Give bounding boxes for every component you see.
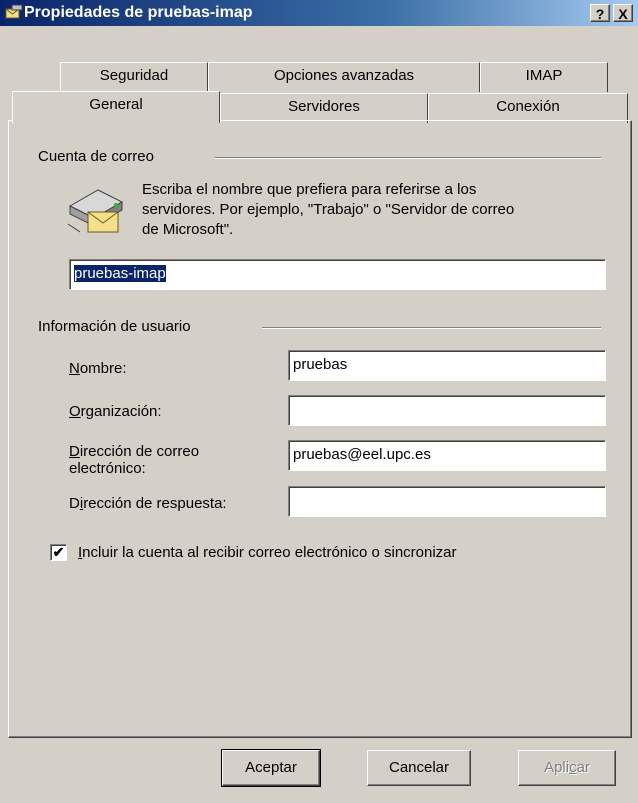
account-description: Escriba el nombre que prefiera para refe… (142, 180, 612, 240)
organization-label: Organización: (69, 403, 162, 420)
name-input[interactable]: pruebas (288, 350, 606, 381)
account-name-value: pruebas-imap (74, 265, 166, 282)
properties-dialog: Propiedades de pruebas-imap ? X Segurida… (0, 0, 638, 803)
group-label-user: Información de usuario (38, 318, 197, 335)
cancel-button[interactable]: Cancelar (367, 750, 471, 786)
email-input[interactable]: pruebas@eel.upc.es (288, 440, 606, 471)
apply-button[interactable]: Aplicar (518, 750, 616, 786)
tab-imap[interactable]: IMAP (480, 62, 608, 92)
group-divider-user (262, 327, 601, 329)
reply-address-input[interactable] (288, 486, 606, 517)
group-label-account: Cuenta de correo (38, 148, 160, 165)
tab-seguridad[interactable]: Seguridad (60, 62, 208, 92)
email-label: Dirección de correo electrónico: (69, 443, 200, 477)
tab-opciones-avanzadas[interactable]: Opciones avanzadas (208, 62, 480, 92)
tab-conexion[interactable]: Conexión (428, 93, 628, 123)
ok-button[interactable]: Aceptar (221, 749, 321, 787)
close-button[interactable]: X (613, 4, 633, 22)
mail-server-icon (67, 189, 124, 233)
help-button[interactable]: ? (590, 4, 610, 22)
name-label: Nombre: (69, 360, 127, 377)
account-description-line-3: de Microsoft". (142, 221, 234, 238)
account-description-line-2: servidores. Por ejemplo, "Trabajo" o "Se… (142, 201, 515, 218)
reply-address-label: Dirección de respuesta: (69, 495, 227, 512)
organization-input[interactable] (288, 395, 606, 426)
tab-servidores[interactable]: Servidores (220, 93, 428, 123)
title-bar[interactable]: Propiedades de pruebas-imap ? X (0, 0, 638, 26)
include-account-label[interactable]: Incluir la cuenta al recibir correo elec… (78, 544, 457, 562)
account-name-input[interactable]: pruebas-imap (69, 259, 606, 290)
group-divider-account (215, 157, 601, 159)
account-description-line-1: Escriba el nombre que prefiera para refe… (142, 181, 477, 198)
window-title: Propiedades de pruebas-imap (24, 4, 253, 21)
include-account-checkbox[interactable]: ✔ (50, 544, 67, 561)
tab-general[interactable]: General (12, 91, 220, 123)
mail-account-icon (5, 4, 23, 19)
